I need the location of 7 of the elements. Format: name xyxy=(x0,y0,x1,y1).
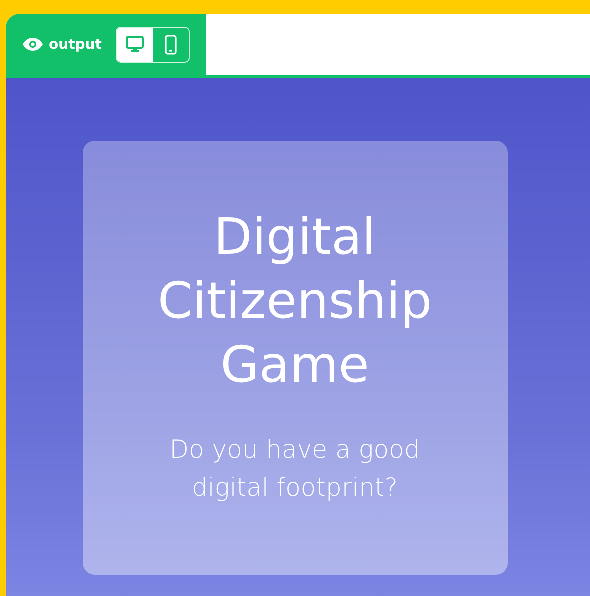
game-title: Digital Citizenship Game xyxy=(156,207,434,396)
game-subtitle: Do you have a good digital footprint? xyxy=(168,434,422,504)
output-label: output xyxy=(49,36,102,52)
phone-icon xyxy=(164,34,177,54)
desktop-view-button[interactable] xyxy=(116,28,153,62)
eye-icon xyxy=(23,38,43,51)
monitor-icon xyxy=(126,36,144,53)
